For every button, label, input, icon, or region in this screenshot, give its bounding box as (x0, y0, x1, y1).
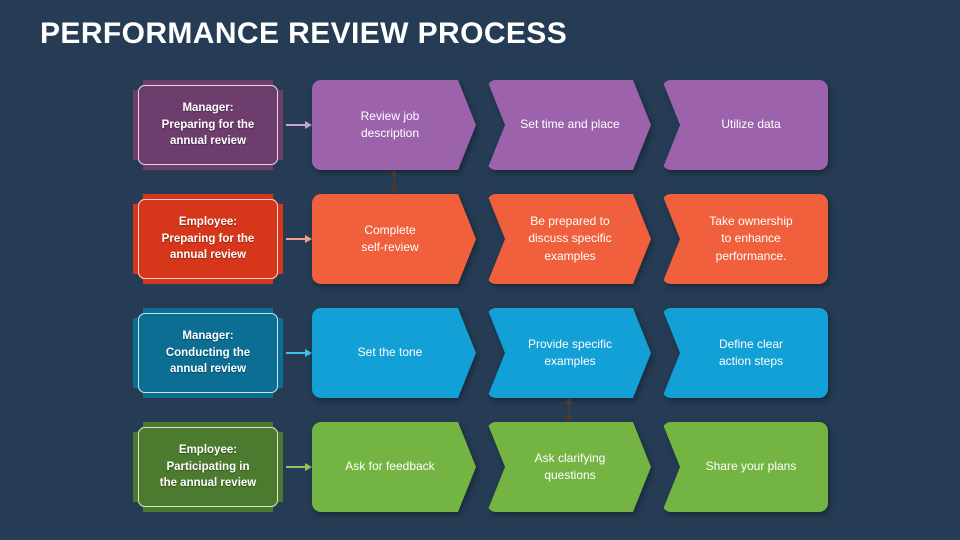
process-step-card[interactable]: Define clear action steps (662, 308, 828, 398)
process-step-label: Provide specific examples (527, 336, 613, 368)
process-step-card[interactable]: Take ownership to enhance performance. (662, 194, 828, 284)
process-step-card[interactable]: Set time and place (487, 80, 651, 170)
process-step-card[interactable]: Review job description (312, 80, 476, 170)
row-label-line-2: Participating in (166, 460, 250, 473)
row-label-line-3: the annual review (159, 477, 257, 490)
process-step-label: Complete self-review (361, 222, 419, 254)
process-step-label: Set the tone (357, 345, 423, 360)
row-label-employee-participating[interactable]: Employee: Participating in the annual re… (133, 422, 283, 512)
process-step-label: Ask for feedback (345, 459, 435, 474)
arrow-head-icon (305, 121, 312, 129)
arrow-shaft (286, 466, 306, 468)
row-label-line-2: Conducting the (165, 346, 251, 359)
process-step-label: Be prepared to discuss specific examples (528, 213, 612, 263)
process-step-card[interactable]: Ask clarifying questions (487, 422, 651, 512)
arrow-shaft (393, 175, 395, 189)
row-label-line-2: Preparing for the (161, 118, 255, 131)
vertical-connector-arrow (387, 170, 401, 194)
row-label-line-3: annual review (169, 249, 247, 262)
row-label-text: Manager: Conducting the annual review (133, 308, 283, 398)
process-row-employee-participating: Employee: Participating in the annual re… (0, 422, 960, 512)
arrow-label-to-step (286, 121, 312, 129)
row-label-line-1: Employee: (178, 443, 238, 456)
row-label-text: Employee: Preparing for the annual revie… (133, 194, 283, 284)
arrow-shaft (286, 352, 306, 354)
arrow-head-down-icon (390, 188, 398, 194)
vertical-connector-arrow (562, 398, 576, 422)
process-step-card[interactable]: Ask for feedback (312, 422, 476, 512)
arrow-head-down-icon (565, 416, 573, 422)
process-row-manager-preparing: Manager: Preparing for the annual review… (0, 80, 960, 170)
arrow-head-icon (305, 349, 312, 357)
arrow-shaft (286, 238, 306, 240)
process-step-label: Review job description (360, 108, 420, 140)
process-step-card[interactable]: Provide specific examples (487, 308, 651, 398)
row-label-manager-conducting[interactable]: Manager: Conducting the annual review (133, 308, 283, 398)
row-label-line-2: Preparing for the (161, 232, 255, 245)
row-label-line-3: annual review (169, 363, 247, 376)
process-step-label: Set time and place (520, 117, 620, 132)
arrow-label-to-step (286, 463, 312, 471)
arrow-label-to-step (286, 235, 312, 243)
slide-canvas: PERFORMANCE REVIEW PROCESS Manager: Prep… (0, 0, 960, 540)
process-step-label: Utilize data (721, 117, 781, 132)
arrow-head-icon (305, 463, 312, 471)
row-label-manager-preparing[interactable]: Manager: Preparing for the annual review (133, 80, 283, 170)
arrow-shaft (286, 124, 306, 126)
row-label-line-1: Manager: (182, 329, 234, 342)
page-title: PERFORMANCE REVIEW PROCESS (40, 17, 568, 50)
row-label-line-3: annual review (169, 135, 247, 148)
process-step-card[interactable]: Utilize data (662, 80, 828, 170)
row-label-text: Manager: Preparing for the annual review (133, 80, 283, 170)
process-step-label: Share your plans (705, 459, 797, 474)
row-label-line-1: Employee: (178, 215, 238, 228)
process-step-card[interactable]: Share your plans (662, 422, 828, 512)
process-step-label: Define clear action steps (718, 336, 784, 368)
process-row-employee-preparing: Employee: Preparing for the annual revie… (0, 194, 960, 284)
process-step-label: Take ownership to enhance performance. (709, 213, 793, 263)
arrow-label-to-step (286, 349, 312, 357)
process-step-card[interactable]: Be prepared to discuss specific examples (487, 194, 651, 284)
arrow-shaft (568, 403, 570, 417)
row-label-employee-preparing[interactable]: Employee: Preparing for the annual revie… (133, 194, 283, 284)
process-step-card[interactable]: Set the tone (312, 308, 476, 398)
arrow-head-icon (305, 235, 312, 243)
process-row-manager-conducting: Manager: Conducting the annual review Se… (0, 308, 960, 398)
process-step-label: Ask clarifying questions (534, 450, 606, 482)
process-step-card[interactable]: Complete self-review (312, 194, 476, 284)
row-label-text: Employee: Participating in the annual re… (133, 422, 283, 512)
row-label-line-1: Manager: (182, 101, 234, 114)
